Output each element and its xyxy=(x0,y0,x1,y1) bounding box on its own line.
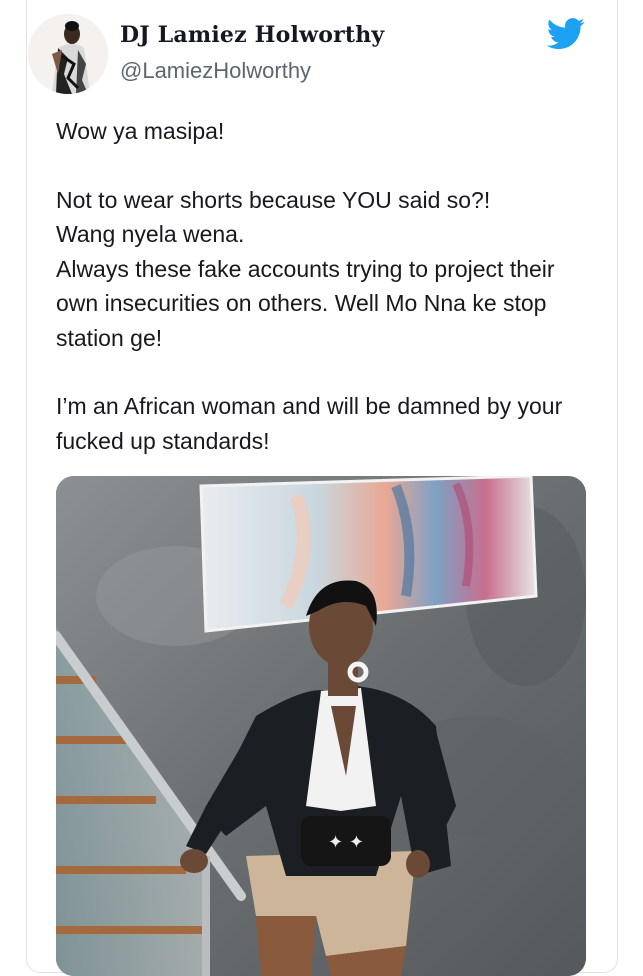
twitter-bird-icon[interactable] xyxy=(546,18,586,50)
tweet-header: DJ Lamiez Holworthy @LamiezHolworthy xyxy=(28,14,588,104)
tweet-paragraph: Not to wear shorts because YOU said so?!… xyxy=(56,186,555,351)
tweet-body: Wow ya masipa! Not to wear shorts becaus… xyxy=(56,114,586,458)
svg-text:✦ ✦: ✦ ✦ xyxy=(328,832,364,853)
avatar[interactable] xyxy=(28,14,108,94)
display-name[interactable]: DJ Lamiez Holworthy xyxy=(120,22,384,48)
tweet-paragraph: I’m an African woman and will be damned … xyxy=(56,393,569,454)
photo-illustration: ✦ ✦ xyxy=(56,476,586,976)
user-handle[interactable]: @LamiezHolworthy xyxy=(120,58,311,84)
avatar-photo xyxy=(28,14,108,94)
tweet-paragraph: Wow ya masipa! xyxy=(56,118,225,144)
tweet-photo[interactable]: ✦ ✦ xyxy=(56,476,586,976)
